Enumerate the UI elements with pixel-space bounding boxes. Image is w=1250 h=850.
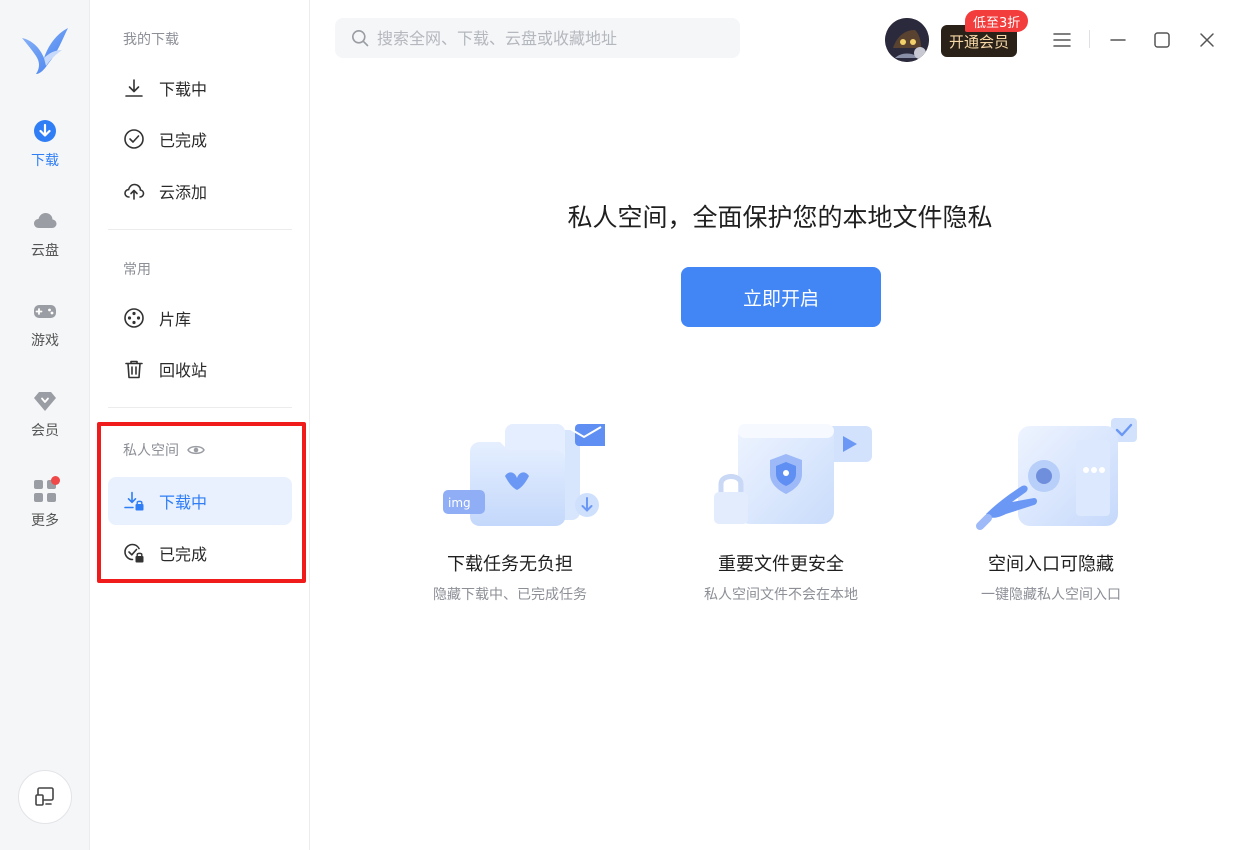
cloud-icon	[34, 213, 57, 228]
feature-subtitle: 隐藏下载中、已完成任务	[433, 587, 587, 603]
rail-label: 会员	[31, 423, 59, 439]
page-title: 私人空间，全面保护您的本地文件隐私	[567, 203, 993, 232]
enable-now-button[interactable]: 立即开启	[681, 267, 881, 327]
film-reel-icon	[124, 308, 144, 328]
hamburger-menu-icon	[1053, 33, 1071, 47]
app-logo-icon	[22, 28, 68, 74]
rail-label: 下载	[31, 153, 59, 169]
feature-card-hidden-entry: 空间入口可隐藏 一键隐藏私人空间入口	[936, 410, 1166, 604]
gamepad-icon	[34, 305, 56, 318]
section-title-private-label: 私人空间	[123, 443, 179, 459]
trash-icon	[125, 360, 143, 379]
minimize-icon	[1110, 39, 1126, 41]
notification-dot	[51, 476, 60, 485]
close-button[interactable]	[1193, 26, 1221, 54]
secondary-nav: 我的下载 下载中 已完成 云添加 常用 片库 回收站 私人空间 下载中 已完成	[90, 0, 310, 850]
download-lock-icon	[124, 491, 144, 511]
nav-item-label: 云添加	[159, 183, 208, 202]
nav-item-completed[interactable]: 已完成	[108, 115, 292, 163]
feature-title: 下载任务无负担	[447, 554, 573, 575]
search-box[interactable]	[335, 18, 740, 58]
rail-label: 游戏	[31, 333, 59, 349]
nav-item-label: 片库	[159, 310, 192, 329]
remote-screen-icon	[35, 787, 54, 806]
rail-label: 更多	[31, 513, 59, 529]
feature-title: 空间入口可隐藏	[988, 554, 1114, 575]
search-icon	[352, 30, 369, 47]
download-arrow-icon	[125, 79, 143, 97]
feature-card-security: 重要文件更安全 私人空间文件不会在本地	[666, 410, 896, 604]
rail-item-games[interactable]: 游戏	[0, 298, 90, 368]
section-title-downloads: 我的下载	[123, 32, 179, 48]
left-rail: 下载 云盘 游戏 会员 更多	[0, 0, 90, 850]
avatar[interactable]	[885, 18, 929, 62]
rail-item-vip[interactable]: 会员	[0, 388, 90, 458]
cloud-upload-icon	[124, 183, 145, 200]
feature-card-tasks: img 下载任务无负担 隐藏下载中、已完成任务	[395, 410, 625, 604]
rail-label: 云盘	[31, 243, 59, 259]
maximize-button[interactable]	[1148, 26, 1176, 54]
vault-illustration-icon	[976, 418, 1137, 530]
section-title-private: 私人空间	[123, 440, 205, 460]
download-circle-icon	[34, 120, 56, 142]
nav-item-label: 下载中	[159, 493, 208, 512]
folder-illustration-icon: img	[443, 424, 605, 526]
rail-item-download[interactable]: 下载	[0, 118, 90, 188]
rail-item-more[interactable]: 更多	[0, 478, 90, 548]
discount-badge: 低至3折	[965, 10, 1029, 32]
check-circle-icon	[124, 129, 144, 149]
nav-item-private-completed[interactable]: 已完成	[108, 529, 292, 577]
feature-subtitle: 私人空间文件不会在本地	[704, 587, 858, 603]
eye-icon[interactable]	[187, 443, 205, 457]
svg-text:img: img	[448, 496, 471, 510]
nav-item-film-library[interactable]: 片库	[108, 294, 292, 342]
diamond-icon	[34, 392, 56, 411]
section-title-common: 常用	[123, 262, 151, 278]
feature-title: 重要文件更安全	[718, 554, 844, 575]
divider	[108, 407, 292, 408]
nav-item-label: 下载中	[159, 80, 208, 99]
avatar-image-icon	[885, 18, 929, 62]
menu-button[interactable]	[1048, 26, 1076, 54]
close-icon	[1200, 33, 1214, 47]
safe-lock-illustration-icon	[714, 424, 872, 524]
nav-item-recycle-bin[interactable]: 回收站	[108, 345, 292, 393]
nav-item-cloud-add[interactable]: 云添加	[108, 167, 292, 215]
remote-screen-button[interactable]	[18, 770, 72, 824]
maximize-icon	[1154, 32, 1170, 48]
check-lock-icon	[124, 543, 144, 563]
rail-item-cloud[interactable]: 云盘	[0, 208, 90, 278]
nav-item-label: 已完成	[159, 545, 208, 564]
feature-subtitle: 一键隐藏私人空间入口	[981, 587, 1121, 603]
window-controls-divider	[1089, 30, 1090, 48]
nav-item-label: 已完成	[159, 131, 208, 150]
nav-item-private-downloading[interactable]: 下载中	[108, 477, 292, 525]
nav-item-downloading[interactable]: 下载中	[108, 64, 292, 112]
nav-item-label: 回收站	[159, 361, 208, 380]
search-input[interactable]	[377, 28, 727, 48]
divider	[108, 229, 292, 230]
minimize-button[interactable]	[1104, 26, 1132, 54]
